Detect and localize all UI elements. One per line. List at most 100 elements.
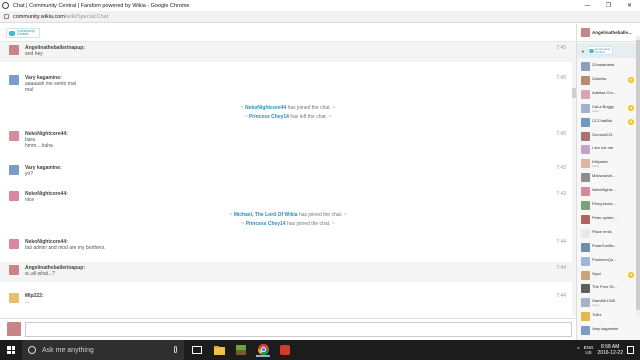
cortana-icon (28, 346, 36, 354)
close-button[interactable]: ✕ (619, 0, 640, 11)
user-avatar (581, 242, 590, 252)
user-list-item[interactable]: Kittyrater Away (577, 157, 637, 170)
user-avatar[interactable] (9, 191, 19, 201)
user-avatar (581, 214, 590, 224)
alert-user[interactable]: Princess Chey14 (246, 221, 286, 227)
restore-button[interactable]: ❐ (598, 0, 619, 11)
page-info-icon[interactable] (4, 14, 9, 19)
user-avatar (581, 312, 590, 322)
minecraft-icon[interactable] (234, 343, 248, 357)
user-status: Away (592, 108, 600, 113)
user-name: CCChatBot (592, 117, 613, 123)
alert-user[interactable]: NekoNightcore44 (245, 105, 286, 111)
user-list-item[interactable]: Cat.a.Buggy Away ★ (577, 102, 637, 115)
clock[interactable]: 8:58 AM 2016-12-22 (597, 344, 623, 356)
alert-text: has joined the chat. (298, 212, 343, 218)
user-name: Place emik (592, 228, 612, 234)
message-time: 7:45 (556, 75, 566, 81)
user-list-item[interactable]: Adelina Cro... (577, 88, 637, 101)
user-list-item[interactable]: PolarGorillin... (577, 241, 637, 254)
user-avatar[interactable] (9, 75, 19, 85)
alert-user[interactable]: Michael, The Lord Of Wikia (234, 212, 298, 218)
url-text[interactable]: community.wikia.com/wiki/Special:Chat (13, 14, 108, 20)
user-list-item[interactable]: 22mdamand (577, 60, 637, 73)
user-list-item[interactable]: The Pure Dr... (577, 282, 637, 295)
user-avatar (581, 103, 590, 113)
current-user-name: Angelinatheballe... (592, 30, 632, 35)
wiki-room-header[interactable]: ▼ Community Central (577, 43, 637, 58)
alert-user[interactable]: Princess Chey14 (249, 114, 289, 120)
current-user[interactable]: Angelinatheballe... (577, 24, 640, 42)
user-list-item[interactable]: Peter spider... (577, 213, 637, 226)
user-list: Angelinatheballe... ▼ Community Central … (576, 24, 640, 340)
user-list-item[interactable]: Marluxandr... (577, 171, 637, 184)
user-avatar (581, 298, 590, 308)
user-list-item[interactable]: Vary kagamine (577, 324, 637, 337)
user-name: PercyJacks... (592, 201, 616, 206)
message-text: and hey (25, 51, 43, 57)
message-time: 7:43 (556, 191, 566, 197)
user-avatar[interactable] (9, 239, 19, 249)
file-explorer-icon[interactable] (212, 343, 226, 357)
url-host: community.wikia.com (13, 13, 65, 20)
message-text: hmm....haha (25, 143, 53, 149)
message-text: nice (25, 197, 35, 203)
my-avatar (7, 322, 21, 336)
inline-alert: ~ NekoNightcore44 has joined the chat. ~ (0, 105, 576, 111)
notifications-icon[interactable] (627, 346, 634, 354)
chat-message: NekoNightcore44: bara hmm....haha 7:45 (0, 128, 576, 149)
message-time: 7:43 (556, 165, 566, 171)
minimize-button[interactable]: — (577, 0, 598, 11)
user-list-item[interactable]: PercyJacks... (577, 199, 637, 212)
cortana-search[interactable]: Ask me anything (22, 340, 184, 360)
user-list-item[interactable]: PusheenQu... (577, 255, 637, 268)
user-list-item[interactable]: Starville1345 Away (577, 296, 637, 309)
user-list-item[interactable]: Place emik (577, 227, 637, 240)
alert-tilde: ~ (330, 105, 336, 111)
user-name: Gumont221 (592, 131, 613, 137)
chrome-taskbar-icon[interactable] (256, 343, 270, 357)
user-list-item[interactable]: Siyal ★ (577, 269, 637, 282)
wiki-logo[interactable]: Community Central (6, 28, 40, 38)
message-input[interactable] (25, 322, 572, 337)
fandom-mark-icon (9, 30, 15, 36)
message-text: yo? (25, 171, 34, 177)
user-avatar[interactable] (9, 165, 19, 175)
user-name: Siyal (592, 270, 601, 276)
user-avatar (581, 284, 590, 294)
user-avatar[interactable] (9, 131, 19, 141)
user-list-item[interactable]: Tulini (577, 310, 637, 323)
address-bar[interactable]: community.wikia.com/wiki/Special:Chat (0, 11, 640, 23)
message-text: mal (25, 87, 34, 93)
windows-logo-icon (7, 346, 15, 354)
taskbar: Ask me anything ^ ENG US 8:58 AM 2016-12… (0, 340, 640, 360)
user-avatar[interactable] (9, 265, 19, 275)
collapse-arrow-icon[interactable]: ▼ (581, 49, 585, 54)
user-list-scrollbar[interactable] (636, 36, 640, 316)
language-indicator[interactable]: ENG US (584, 345, 594, 355)
user-list-item[interactable]: NekoNightc... (577, 185, 637, 198)
user-avatar (581, 187, 590, 197)
url-path: /wiki/Special:Chat (64, 13, 109, 20)
microphone-icon[interactable] (174, 346, 177, 353)
user-avatar (581, 117, 590, 127)
user-list-item[interactable]: CCChatBot ★ (577, 116, 637, 129)
alert-text: has joined the chat. (287, 105, 331, 111)
user-avatar[interactable] (9, 293, 19, 303)
message-time: 7:45 (556, 45, 566, 51)
user-avatar (581, 270, 590, 280)
start-button[interactable] (0, 340, 22, 360)
user-name: Vary kagamine (592, 326, 619, 332)
user-avatar[interactable] (9, 45, 19, 55)
chat-message: Mlp222:... 7:44 (0, 290, 576, 310)
task-view-icon[interactable] (190, 343, 204, 357)
user-avatar (581, 131, 590, 141)
user-list-item[interactable]: Gumont221 (577, 130, 637, 143)
app-icon[interactable] (278, 343, 292, 357)
show-hidden-icons-icon[interactable]: ^ (577, 347, 579, 353)
user-list-item[interactable]: I am not me (577, 143, 637, 156)
user-name: PusheenQu... (592, 256, 617, 262)
user-avatar (581, 173, 590, 183)
user-list-scroll-thumb[interactable] (636, 40, 640, 310)
user-list-item[interactable]: 2Admiw ★ (577, 74, 637, 87)
